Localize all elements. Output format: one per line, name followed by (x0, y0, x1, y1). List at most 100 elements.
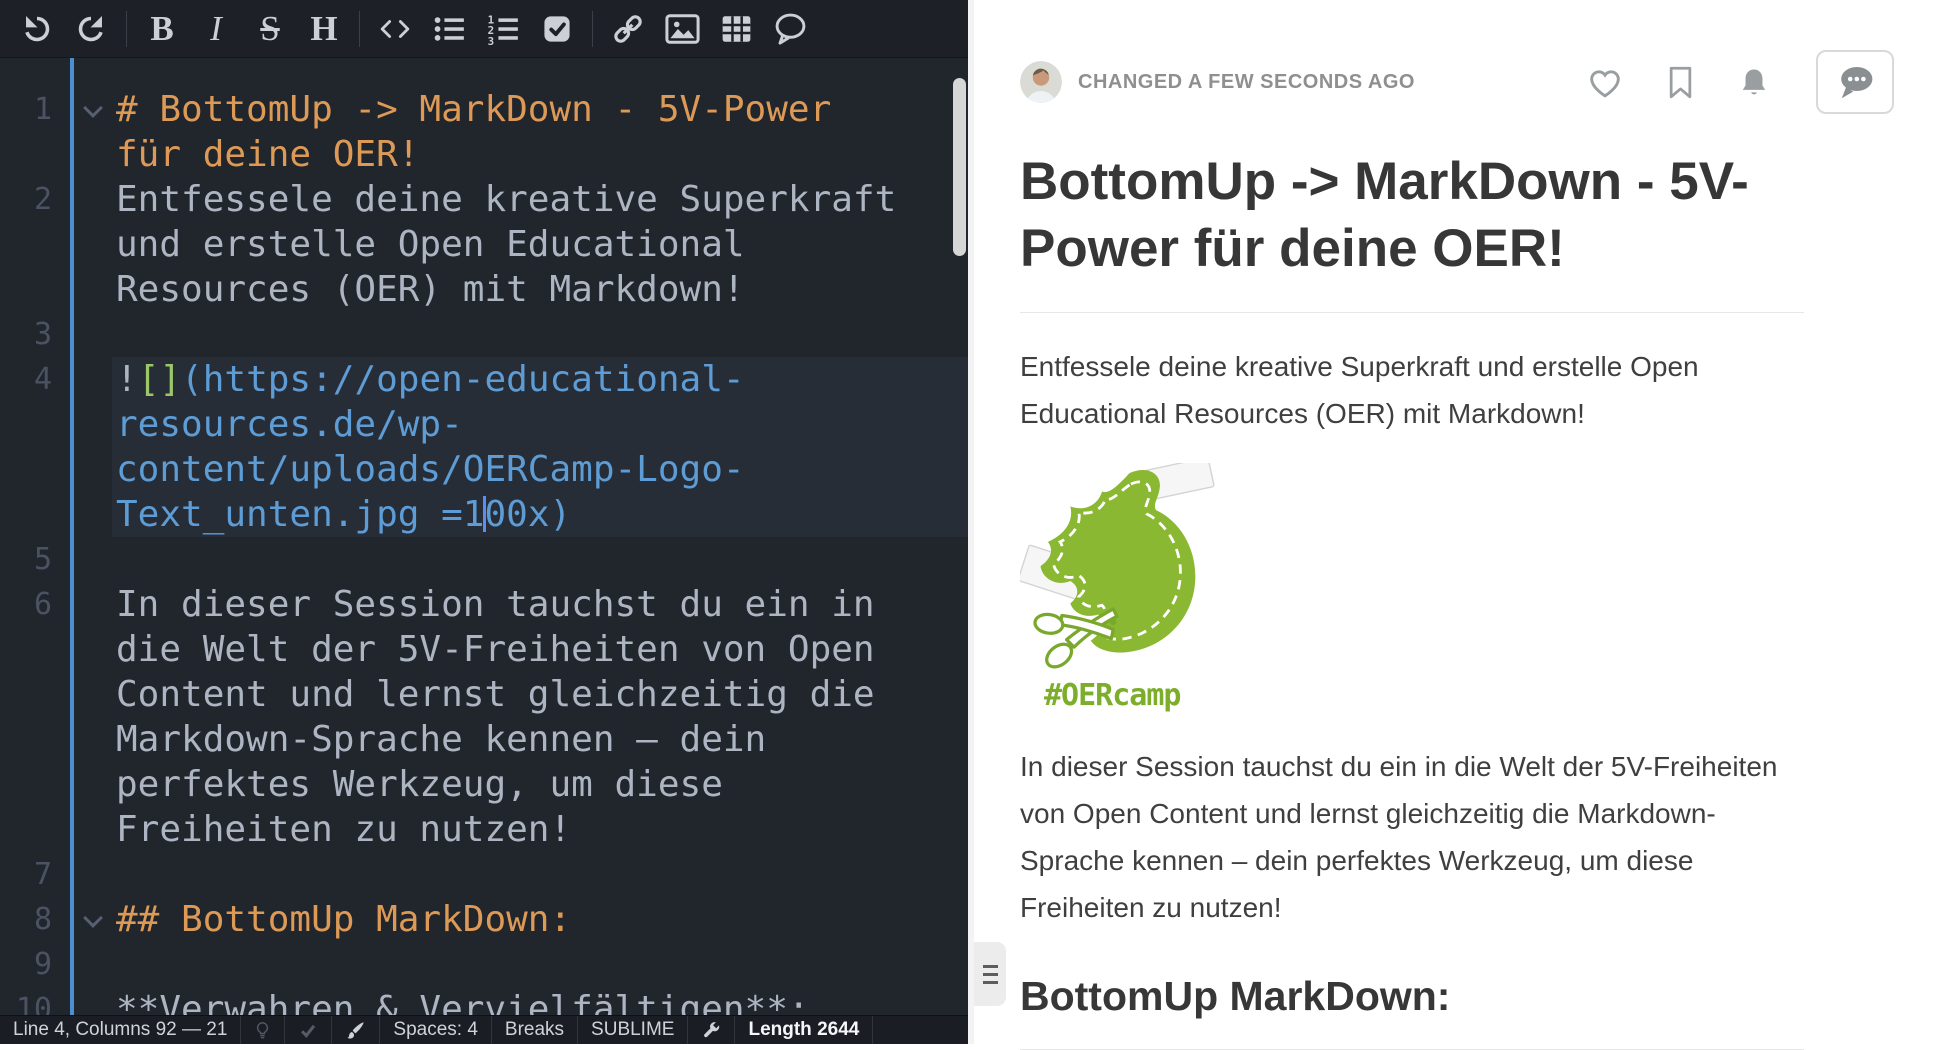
doc-title: BottomUp -> MarkDown - 5V-Power für dein… (1020, 148, 1804, 313)
editor-row: resources.de/wp- (0, 402, 968, 447)
ordered-list-button[interactable]: 123 (476, 1, 530, 57)
editor-toolbar: B I SH 123 (0, 0, 968, 58)
editor-pane: B I SH 123 1 # BottomUp -> MarkDown - 5V-Pow… (0, 0, 968, 1044)
task-list-button[interactable] (530, 1, 584, 57)
line-number: 1 (0, 87, 52, 132)
heading-button[interactable]: H (297, 1, 351, 57)
doc-paragraph-2: In dieser Session tauchst du ein in die … (1020, 743, 1804, 931)
toolbar-separator (126, 11, 127, 47)
undo-button[interactable] (10, 1, 64, 57)
code-editor[interactable]: 1 # BottomUp -> MarkDown - 5V-Powerfür de… (0, 58, 968, 1015)
line-number: 10 (0, 987, 52, 1015)
comment-icon (773, 12, 808, 45)
editor-row: Text_unten.jpg =100x) (0, 492, 968, 537)
doc-paragraph-1: Entfessele deine kreative Superkraft und… (1020, 343, 1804, 437)
editor-row: 3 (0, 312, 968, 357)
wrench-icon (702, 1021, 720, 1039)
oercamp-logo-image: #OERcamp (1020, 463, 1804, 713)
line-number: 9 (0, 942, 52, 987)
table-button[interactable] (709, 1, 763, 57)
editor-row: perfektes Werkzeug, um diese (0, 762, 968, 807)
link-button[interactable] (601, 1, 655, 57)
code-icon (377, 14, 413, 44)
statusbar-night-mode[interactable] (241, 1016, 285, 1044)
code-text: Freiheiten zu nutzen! (116, 807, 962, 852)
lightbulb-icon (255, 1021, 270, 1040)
comments-button[interactable] (1816, 50, 1894, 114)
avatar[interactable] (1020, 61, 1062, 103)
image-button[interactable] (655, 1, 709, 57)
unordered-list-button[interactable] (422, 1, 476, 57)
logo-caption: #OERcamp (1044, 678, 1804, 713)
ol-icon: 123 (486, 13, 520, 45)
ul-icon (432, 13, 466, 45)
doc-heading-2: BottomUp MarkDown: (1020, 971, 1804, 1050)
code-text: Entfessele deine kreative Superkraft (116, 177, 962, 222)
editor-row: Freiheiten zu nutzen! (0, 807, 968, 852)
code-text: In dieser Session tauchst du ein in (116, 582, 962, 627)
fold-chevron-icon[interactable] (83, 908, 103, 928)
editor-row: 4![](https://open-educational- (0, 357, 968, 402)
line-number: 4 (0, 357, 52, 402)
editor-row: content/uploads/OERCamp-Logo- (0, 447, 968, 492)
bold-button[interactable]: B (135, 1, 189, 57)
statusbar-linebreak-setting[interactable]: Breaks (492, 1016, 578, 1044)
checkbox-icon (541, 13, 573, 45)
comment-button[interactable] (763, 1, 817, 57)
statusbar-preferences[interactable] (688, 1016, 735, 1044)
redo-button[interactable] (64, 1, 118, 57)
line-number: 6 (0, 582, 52, 627)
line-number: 8 (0, 897, 52, 942)
line-number: 3 (0, 312, 52, 357)
statusbar-indent-setting[interactable]: Spaces: 4 (380, 1016, 492, 1044)
svg-text:3: 3 (488, 35, 495, 45)
italic-icon: I (210, 11, 222, 46)
bookmark-icon[interactable] (1667, 66, 1694, 99)
heading-icon: H (310, 11, 337, 46)
editor-row: 6 In dieser Session tauchst du ein in (0, 582, 968, 627)
italic-button[interactable]: I (189, 1, 243, 57)
editor-statusbar: Line 4, Columns 92 — 21Spaces: 4BreaksSU… (0, 1015, 968, 1044)
editor-row: 10**Verwahren & Vervielfältigen**: (0, 987, 968, 1015)
editor-scrollbar[interactable] (953, 78, 966, 256)
comment-filled-icon (1834, 64, 1876, 100)
editor-row: für deine OER! (0, 132, 968, 177)
code-text: Text_unten.jpg =100x) (116, 492, 962, 537)
code-text: für deine OER! (116, 132, 962, 177)
link-icon (611, 12, 645, 46)
code-text: und erstelle Open Educational (116, 222, 962, 267)
code-text: Content und lernst gleichzeitig die (116, 672, 962, 717)
editor-lines: 1 # BottomUp -> MarkDown - 5V-Powerfür de… (0, 87, 968, 1015)
code-button[interactable] (368, 1, 422, 57)
strikethrough-icon: S (260, 11, 279, 46)
heart-icon[interactable] (1587, 66, 1623, 99)
fold-chevron-icon[interactable] (83, 98, 103, 118)
code-text: perfektes Werkzeug, um diese (116, 762, 962, 807)
bell-icon[interactable] (1738, 66, 1770, 99)
table-icon (720, 14, 753, 44)
preview-header: CHANGED A FEW SECONDS AGO (974, 0, 1938, 114)
redo-icon (75, 13, 107, 45)
code-text: ## BottomUp MarkDown: (116, 897, 962, 942)
image-icon (665, 14, 700, 44)
undo-icon (21, 13, 53, 45)
statusbar-keymap-setting[interactable]: SUBLIME (578, 1016, 688, 1044)
strikethrough-button[interactable]: S (243, 1, 297, 57)
editor-row: 2 Entfessele deine kreative Superkraft (0, 177, 968, 222)
line-number: 2 (0, 177, 52, 222)
preview-actions (1587, 66, 1770, 99)
bold-icon: B (150, 11, 173, 46)
changed-label: CHANGED A FEW SECONDS AGO (1078, 71, 1587, 94)
editor-row: die Welt der 5V-Freiheiten von Open (0, 627, 968, 672)
editor-row: 5 (0, 537, 968, 582)
editor-row: und erstelle Open Educational (0, 222, 968, 267)
statusbar-theme-brush[interactable] (332, 1016, 380, 1044)
code-text: # BottomUp -> MarkDown - 5V-Power (116, 87, 962, 132)
statusbar-spellcheck[interactable] (285, 1016, 332, 1044)
editor-row: 7 (0, 852, 968, 897)
check-icon (299, 1022, 317, 1039)
code-text: die Welt der 5V-Freiheiten von Open (116, 627, 962, 672)
code-text: content/uploads/OERCamp-Logo- (116, 447, 962, 492)
app-window: B I SH 123 1 # BottomUp -> MarkDown - 5V-Pow… (0, 0, 1938, 1044)
split-drag-handle[interactable] (974, 942, 1006, 1006)
